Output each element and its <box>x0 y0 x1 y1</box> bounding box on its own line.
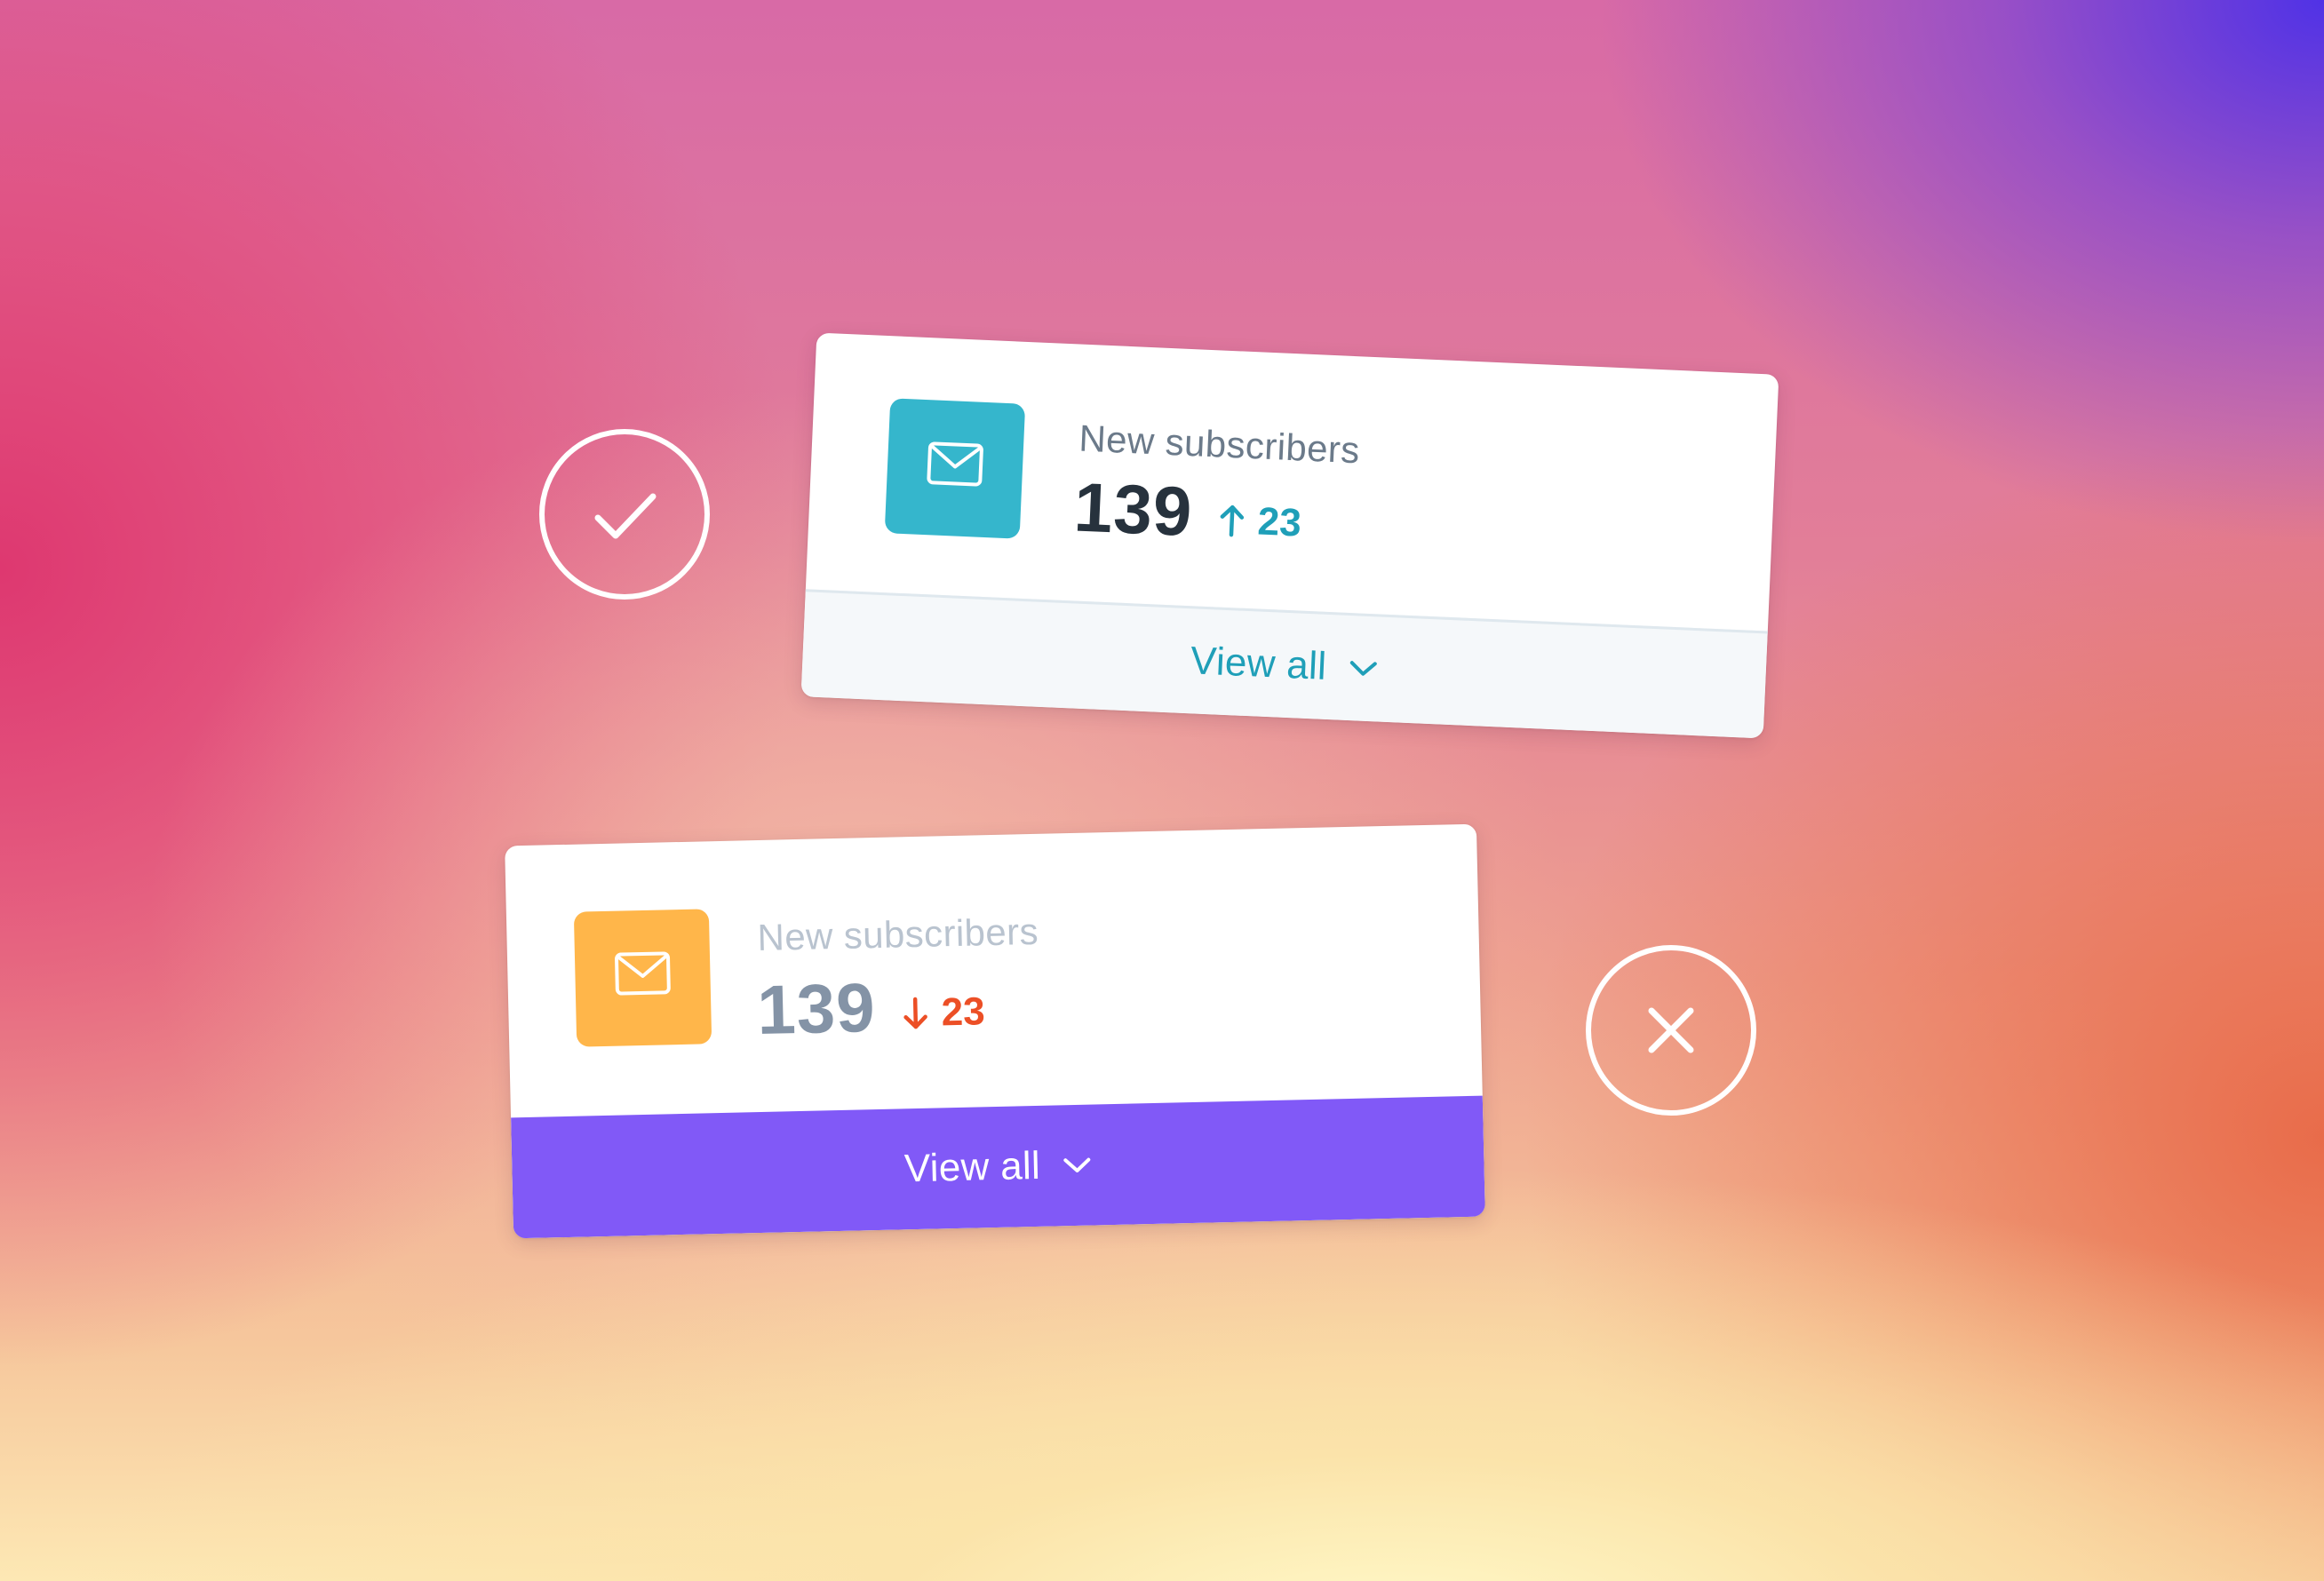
stat-value-row: 139 23 <box>756 965 985 1051</box>
stat-delta: 23 <box>902 989 985 1036</box>
good-stat-card: New subscribers 139 23 View all <box>800 332 1779 739</box>
stat-value-row: 139 23 <box>1072 466 1303 557</box>
stat-delta-value: 23 <box>1256 499 1302 545</box>
envelope-icon <box>927 441 983 487</box>
chevron-down-icon <box>1349 661 1377 676</box>
stat-delta: 23 <box>1218 498 1302 546</box>
arrow-up-icon <box>1220 504 1245 537</box>
stat-value: 139 <box>756 968 877 1050</box>
card-body: New subscribers 139 23 <box>806 333 1779 632</box>
stat-label: New subscribers <box>757 910 1039 959</box>
card-body: New subscribers 139 23 <box>505 824 1483 1118</box>
stat-value: 139 <box>1072 467 1195 552</box>
card-icon-badge <box>573 909 712 1047</box>
view-all-label: View all <box>1190 639 1328 688</box>
stat-label: New subscribers <box>1078 417 1361 472</box>
chevron-down-icon <box>1063 1157 1090 1172</box>
envelope-icon <box>615 951 671 996</box>
arrow-down-icon <box>903 997 928 1029</box>
x-circle-icon <box>1586 945 1756 1116</box>
stat-delta-value: 23 <box>941 989 986 1035</box>
check-circle-icon <box>539 429 710 600</box>
view-all-button[interactable]: View all <box>511 1095 1485 1239</box>
gradient-background <box>0 0 2324 1581</box>
bad-stat-card: New subscribers 139 23 View all <box>505 823 1485 1239</box>
view-all-label: View all <box>903 1143 1041 1191</box>
card-icon-badge <box>884 398 1026 539</box>
